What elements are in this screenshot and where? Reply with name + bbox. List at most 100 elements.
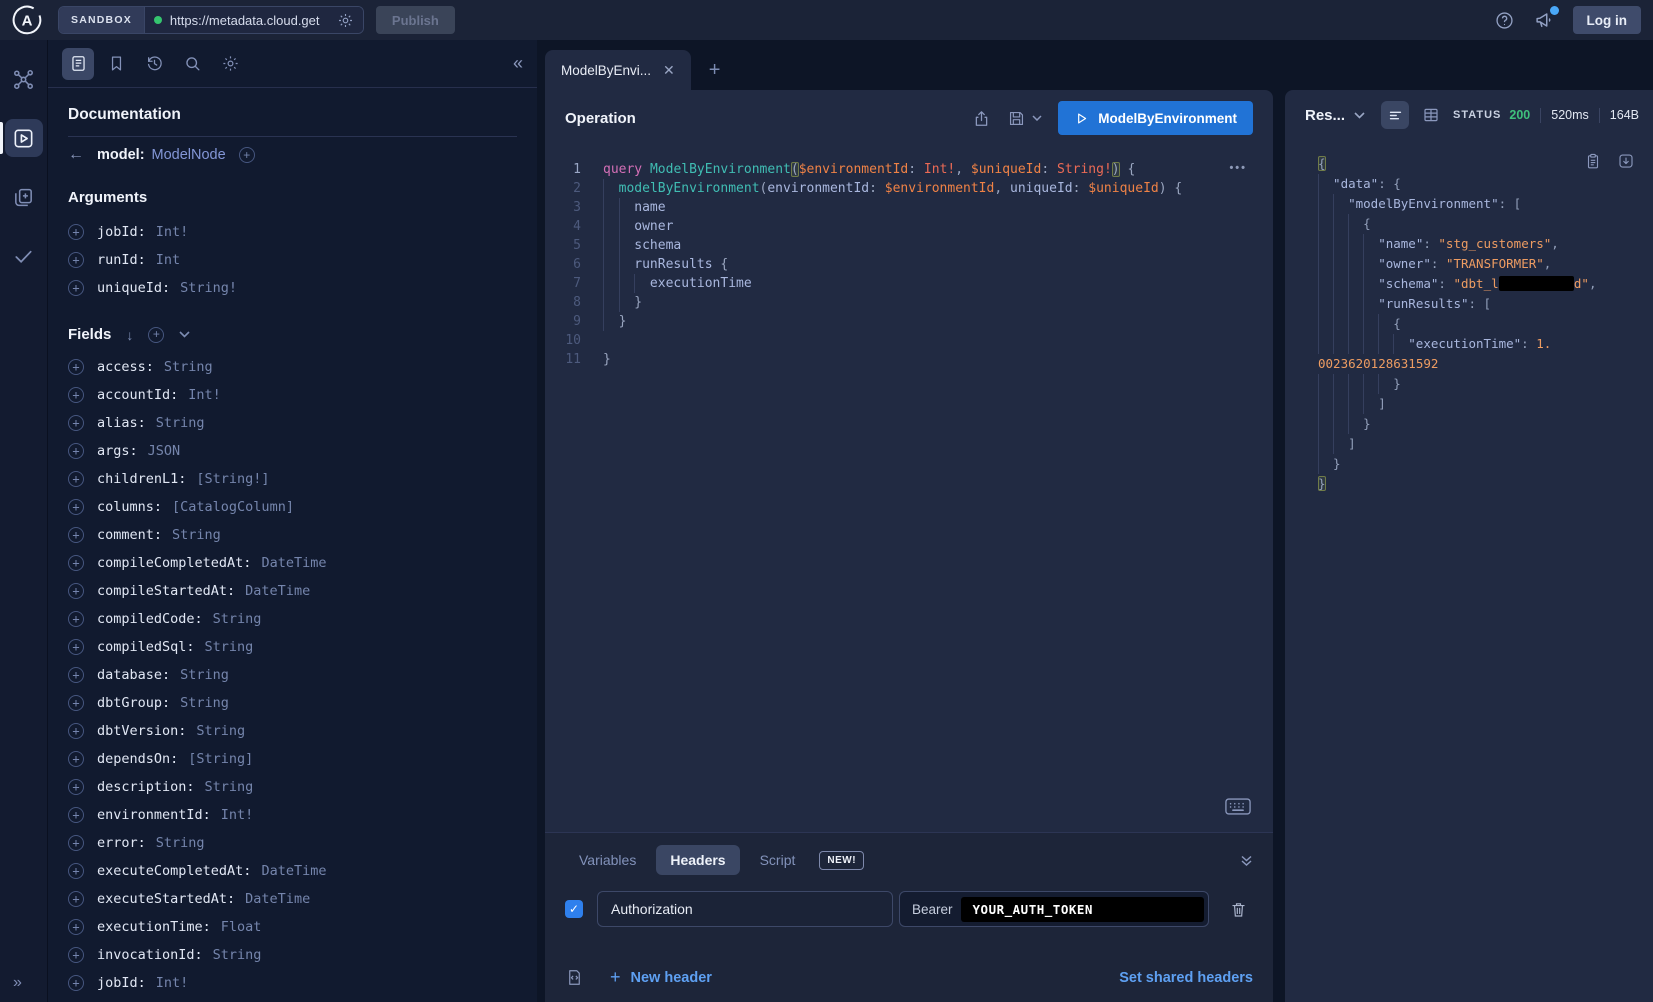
nav-explorer-icon[interactable] [5, 119, 43, 157]
argument-type[interactable]: Int [156, 252, 180, 268]
field-type[interactable]: DateTime [261, 555, 326, 571]
settings-icon[interactable] [214, 48, 246, 80]
field-row[interactable]: compileStartedAt: DateTime [68, 577, 517, 605]
add-field-icon[interactable] [68, 723, 84, 739]
field-row[interactable]: description: String [68, 773, 517, 801]
add-field-icon[interactable] [68, 359, 84, 375]
tab-headers[interactable]: Headers [656, 845, 739, 875]
field-row[interactable]: compiledCode: String [68, 605, 517, 633]
field-type[interactable]: DateTime [261, 863, 326, 879]
new-header-button[interactable]: New header [631, 970, 712, 986]
add-field-icon[interactable] [68, 779, 84, 795]
collapse-docs-icon[interactable]: « [513, 53, 523, 74]
field-type[interactable]: String [180, 695, 229, 711]
share-icon[interactable] [972, 109, 991, 128]
tab-script[interactable]: Script [746, 845, 810, 875]
sort-fields-icon[interactable]: ↓ [126, 327, 133, 343]
field-row[interactable]: args: JSON [68, 437, 517, 465]
tab-variables[interactable]: Variables [565, 845, 650, 875]
field-type[interactable]: String [156, 415, 205, 431]
add-field-icon[interactable] [68, 919, 84, 935]
field-type[interactable]: Int! [156, 975, 189, 991]
field-type[interactable]: Int! [188, 387, 221, 403]
add-field-icon[interactable] [68, 863, 84, 879]
set-shared-headers-link[interactable]: Set shared headers [1119, 970, 1253, 986]
argument-type[interactable]: String! [180, 280, 237, 296]
field-row[interactable]: invocationId: String [68, 941, 517, 969]
argument-type[interactable]: Int! [156, 224, 189, 240]
breadcrumb-type[interactable]: ModelNode [152, 147, 226, 163]
field-type[interactable]: [CatalogColumn] [172, 499, 294, 515]
argument-row[interactable]: runId: Int [68, 246, 517, 274]
header-enabled-checkbox[interactable]: ✓ [565, 900, 583, 918]
field-type[interactable]: Float [221, 919, 262, 935]
field-row[interactable]: columns: [CatalogColumn] [68, 493, 517, 521]
argument-row[interactable]: jobId: Int! [68, 218, 517, 246]
announcements-icon[interactable] [1533, 9, 1555, 31]
add-argument-icon[interactable] [68, 280, 84, 296]
add-field-icon[interactable] [68, 611, 84, 627]
run-operation-button[interactable]: ModelByEnvironment [1058, 101, 1253, 135]
new-tab-icon[interactable]: + [709, 59, 721, 82]
field-row[interactable]: childrenL1: [String!] [68, 465, 517, 493]
field-type[interactable]: String [156, 835, 205, 851]
field-row[interactable]: dbtGroup: String [68, 689, 517, 717]
response-title[interactable]: Res... [1305, 107, 1345, 124]
field-row[interactable]: dbtVersion: String [68, 717, 517, 745]
field-row[interactable]: compiledSql: String [68, 633, 517, 661]
add-argument-icon[interactable] [68, 252, 84, 268]
nav-collections-icon[interactable] [5, 178, 43, 216]
add-field-icon[interactable] [68, 499, 84, 515]
documentation-tab-icon[interactable] [62, 48, 94, 80]
add-field-icon[interactable] [68, 415, 84, 431]
header-key-input[interactable] [597, 891, 893, 927]
field-row[interactable]: alias: String [68, 409, 517, 437]
download-response-icon[interactable] [1617, 152, 1635, 170]
field-row[interactable]: executionTime: Float [68, 913, 517, 941]
preflight-script-icon[interactable] [565, 968, 584, 987]
field-type[interactable]: DateTime [245, 891, 310, 907]
add-field-icon[interactable] [68, 947, 84, 963]
copy-response-icon[interactable] [1584, 152, 1602, 170]
endpoint-settings-icon[interactable] [337, 12, 354, 29]
add-field-icon[interactable] [68, 639, 84, 655]
field-type[interactable]: String [164, 359, 213, 375]
nav-checks-icon[interactable] [5, 237, 43, 275]
field-row[interactable]: dependsOn: [String] [68, 745, 517, 773]
add-field-icon[interactable] [68, 975, 84, 991]
field-row[interactable]: access: String [68, 353, 517, 381]
add-field-icon[interactable] [68, 835, 84, 851]
query-editor-code[interactable]: 1query ModelByEnvironment($environmentId… [545, 160, 1273, 369]
history-icon[interactable] [138, 48, 170, 80]
table-view-icon[interactable] [1417, 101, 1445, 129]
field-type[interactable]: JSON [148, 443, 181, 459]
field-row[interactable]: comment: String [68, 521, 517, 549]
operation-tab[interactable]: ModelByEnvi... ✕ [545, 50, 691, 90]
field-type[interactable]: String [196, 723, 245, 739]
field-row[interactable]: jobId: Int! [68, 969, 517, 997]
field-type[interactable]: String [180, 667, 229, 683]
field-type[interactable]: String [213, 947, 262, 963]
endpoint-input[interactable]: https://metadata.cloud.get [145, 7, 363, 33]
add-field-icon[interactable] [68, 695, 84, 711]
save-icon[interactable] [1007, 109, 1026, 128]
argument-row[interactable]: uniqueId: String! [68, 274, 517, 302]
chevron-down-icon[interactable] [179, 331, 190, 338]
new-header-plus-icon[interactable]: + [610, 967, 621, 988]
response-body[interactable]: {"data": {"modelByEnvironment": [{"name"… [1285, 140, 1653, 1002]
close-tab-icon[interactable]: ✕ [663, 62, 675, 79]
add-all-fields-icon[interactable] [148, 327, 164, 343]
collapse-panel-icon[interactable] [1240, 854, 1253, 867]
bookmarks-icon[interactable] [100, 48, 132, 80]
field-type[interactable]: Int! [221, 807, 254, 823]
response-json[interactable]: {"data": {"modelByEnvironment": [{"name"… [1318, 154, 1639, 494]
add-field-icon[interactable] [239, 147, 255, 163]
field-row[interactable]: environmentId: Int! [68, 801, 517, 829]
add-field-icon[interactable] [68, 471, 84, 487]
save-options-chevron-icon[interactable] [1032, 115, 1042, 121]
endpoint-url[interactable]: https://metadata.cloud.get [170, 13, 329, 28]
publish-button[interactable]: Publish [376, 6, 455, 34]
add-field-icon[interactable] [68, 751, 84, 767]
delete-header-icon[interactable] [1229, 900, 1248, 919]
nav-schema-icon[interactable] [5, 60, 43, 98]
